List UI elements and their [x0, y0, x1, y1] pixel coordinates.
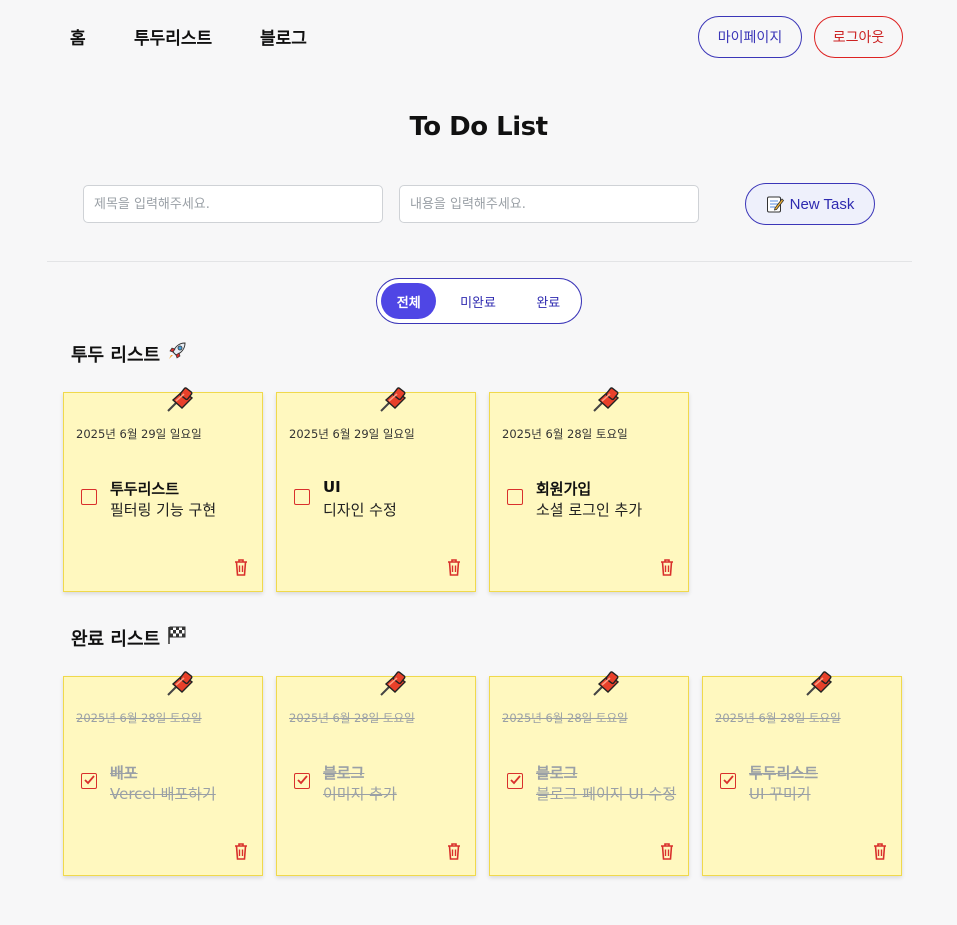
- new-task-button[interactable]: New Task: [745, 183, 875, 225]
- done-card: 2025년 6월 28일 토요일배포 Vercel 배포하기: [63, 671, 263, 876]
- complete-checkbox[interactable]: [507, 489, 523, 505]
- card-date: 2025년 6월 28일 토요일: [715, 711, 841, 725]
- card-content: 이미지 추가: [323, 785, 397, 803]
- card-title: 회원가입: [536, 480, 592, 498]
- pushpin-icon: [588, 387, 624, 415]
- filter-incomplete[interactable]: 미완료: [436, 283, 519, 319]
- trash-icon[interactable]: [658, 841, 676, 861]
- complete-checkbox[interactable]: [507, 773, 523, 789]
- todo-section-title: 투두 리스트: [71, 340, 188, 367]
- complete-checkbox[interactable]: [81, 489, 97, 505]
- done-section-label: 완료 리스트: [71, 628, 161, 650]
- card-title: 블로그: [323, 764, 365, 782]
- content-input[interactable]: [399, 185, 699, 223]
- trash-icon[interactable]: [445, 557, 463, 577]
- trash-icon[interactable]: [232, 557, 250, 577]
- complete-checkbox[interactable]: [294, 773, 310, 789]
- trash-icon[interactable]: [871, 841, 889, 861]
- complete-checkbox[interactable]: [720, 773, 736, 789]
- todo-card: 2025년 6월 29일 일요일 UI 디자인 수정: [276, 387, 476, 592]
- logout-button[interactable]: 로그아웃: [814, 16, 903, 58]
- rocket-icon: [166, 340, 188, 367]
- card-content: 블로그 페이지 UI 수정: [536, 785, 677, 803]
- card-date: 2025년 6월 28일 토요일: [502, 427, 628, 441]
- card-content: 디자인 수정: [323, 501, 397, 519]
- complete-checkbox[interactable]: [294, 489, 310, 505]
- filter-toggle: 전체 미완료 완료: [376, 278, 582, 324]
- card-content: 소셜 로그인 추가: [536, 501, 643, 519]
- nav-home[interactable]: 홈: [70, 24, 86, 49]
- done-card: 2025년 6월 28일 토요일투두리스트 UI 꾸미기: [702, 671, 902, 876]
- card-content: 필터링 기능 구현: [110, 501, 217, 519]
- trash-icon[interactable]: [658, 557, 676, 577]
- card-content: UI 꾸미기: [749, 785, 811, 803]
- filter-complete[interactable]: 완료: [520, 283, 577, 319]
- card-date: 2025년 6월 28일 토요일: [502, 711, 628, 725]
- divider: [47, 261, 912, 262]
- trash-icon[interactable]: [232, 841, 250, 861]
- card-content: Vercel 배포하기: [110, 785, 216, 803]
- page-title: To Do List: [409, 112, 548, 142]
- done-card: 2025년 6월 28일 토요일블로그이미지 추가: [276, 671, 476, 876]
- card-date: 2025년 6월 29일 일요일: [76, 427, 202, 441]
- mypage-button[interactable]: 마이페이지: [698, 16, 802, 58]
- card-title: UI: [323, 478, 341, 496]
- card-title: 투두리스트: [749, 764, 819, 782]
- card-date: 2025년 6월 28일 토요일: [76, 711, 202, 725]
- pushpin-icon: [162, 671, 198, 699]
- card-date: 2025년 6월 29일 일요일: [289, 427, 415, 441]
- pushpin-icon: [588, 671, 624, 699]
- pushpin-icon: [801, 671, 837, 699]
- card-title: 블로그: [536, 764, 578, 782]
- memo-icon: [766, 195, 784, 213]
- filter-all[interactable]: 전체: [381, 283, 437, 319]
- card-title: 투두리스트: [110, 480, 180, 498]
- nav-todolist[interactable]: 투두리스트: [134, 24, 212, 49]
- card-title: 배포: [110, 764, 138, 782]
- card-date: 2025년 6월 28일 토요일: [289, 711, 415, 725]
- todo-card: 2025년 6월 28일 토요일회원가입소셜 로그인 추가: [489, 387, 689, 592]
- todo-card: 2025년 6월 29일 일요일투두리스트필터링 기능 구현: [63, 387, 263, 592]
- done-section-title: 완료 리스트: [71, 624, 188, 651]
- trash-icon[interactable]: [445, 841, 463, 861]
- checkered-flag-icon: [166, 624, 188, 651]
- title-input[interactable]: [83, 185, 383, 223]
- todo-section-label: 투두 리스트: [71, 344, 161, 366]
- done-card: 2025년 6월 28일 토요일블로그블로그 페이지 UI 수정: [489, 671, 689, 876]
- pushpin-icon: [162, 387, 198, 415]
- complete-checkbox[interactable]: [81, 773, 97, 789]
- pushpin-icon: [375, 671, 411, 699]
- pushpin-icon: [375, 387, 411, 415]
- nav-blog[interactable]: 블로그: [260, 24, 307, 49]
- new-task-label: New Task: [789, 195, 855, 213]
